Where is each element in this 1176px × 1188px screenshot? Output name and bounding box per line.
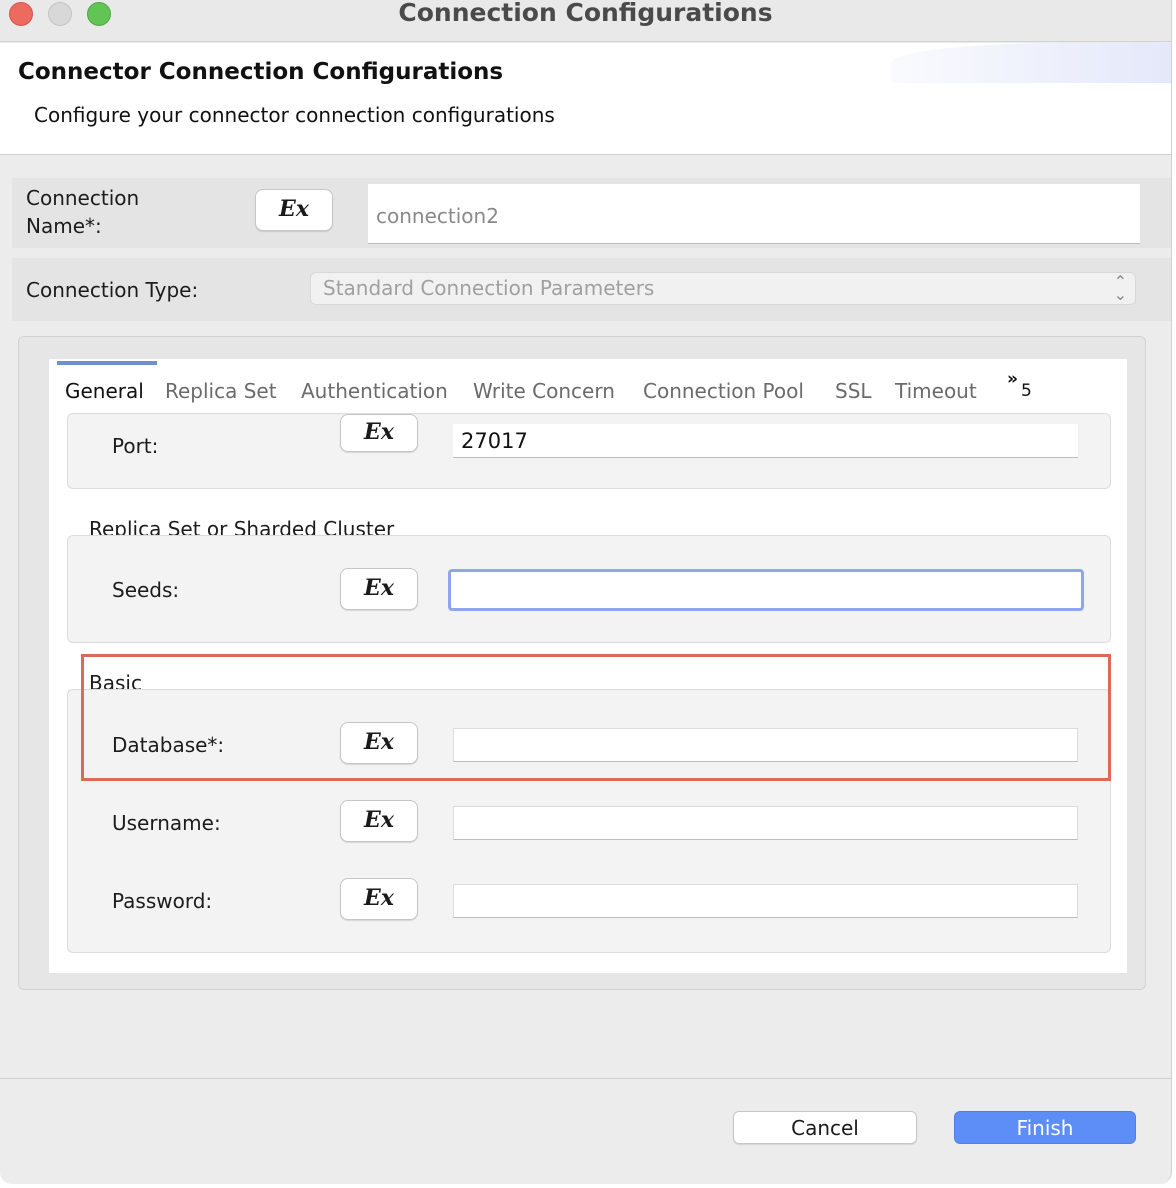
password-label: Password:	[112, 889, 213, 913]
username-input[interactable]	[453, 806, 1078, 840]
tab-connection-pool[interactable]: Connection Pool	[643, 379, 804, 403]
footer-divider	[0, 1078, 1171, 1079]
finish-button[interactable]: Finish	[954, 1111, 1136, 1144]
port-label: Port:	[112, 434, 159, 458]
banner-subtitle: Configure your connector connection conf…	[34, 103, 555, 127]
connection-type-label: Connection Type:	[26, 278, 199, 302]
select-caret-icon: ⌃ ⌄	[1113, 272, 1127, 304]
banner-title: Connector Connection Configurations	[18, 59, 504, 85]
connection-type-select[interactable]: Standard Connection Parameters ⌃ ⌄	[310, 272, 1136, 305]
username-expression-button[interactable]: Ex	[340, 800, 418, 842]
cancel-button[interactable]: Cancel	[733, 1111, 917, 1144]
password-expression-button[interactable]: Ex	[340, 878, 418, 920]
connection-group: Port: Ex	[67, 413, 1111, 489]
tab-replica-set[interactable]: Replica Set	[165, 379, 277, 403]
tab-overflow-icon[interactable]: »	[1007, 369, 1018, 389]
window-title: Connection Configurations	[398, 0, 773, 27]
active-tab-indicator	[57, 361, 157, 365]
dialog-window: Connection Configurations Connector Conn…	[0, 0, 1172, 1184]
title-bar: Connection Configurations	[0, 0, 1171, 42]
replica-group: Seeds: Ex	[67, 535, 1111, 643]
seeds-expression-button[interactable]: Ex	[340, 568, 418, 610]
tab-overflow-count[interactable]: 5	[1021, 381, 1032, 401]
tab-general[interactable]: General	[65, 379, 144, 403]
connection-type-row: Connection Type: Standard Connection Par…	[12, 258, 1171, 321]
tab-timeout[interactable]: Timeout	[895, 379, 977, 403]
seeds-input[interactable]	[448, 569, 1084, 611]
port-input[interactable]	[453, 424, 1078, 458]
tab-ssl[interactable]: SSL	[835, 379, 872, 403]
header-banner: Connector Connection Configurations Conf…	[0, 43, 1171, 155]
tab-write-concern[interactable]: Write Concern	[473, 379, 615, 403]
connection-name-row: Connection Name*: Ex	[12, 178, 1171, 248]
connection-name-input[interactable]	[368, 184, 1140, 244]
username-label: Username:	[112, 811, 221, 835]
port-expression-button[interactable]: Ex	[340, 414, 418, 452]
connection-name-expression-button[interactable]: Ex	[255, 189, 333, 231]
connection-type-value: Standard Connection Parameters	[323, 276, 655, 300]
banner-decoration	[891, 43, 1171, 83]
highlight-box	[81, 654, 1111, 781]
tab-authentication[interactable]: Authentication	[301, 379, 448, 403]
password-input[interactable]	[453, 884, 1078, 918]
connection-name-label: Connection Name*:	[26, 186, 140, 238]
seeds-label: Seeds:	[112, 578, 180, 602]
